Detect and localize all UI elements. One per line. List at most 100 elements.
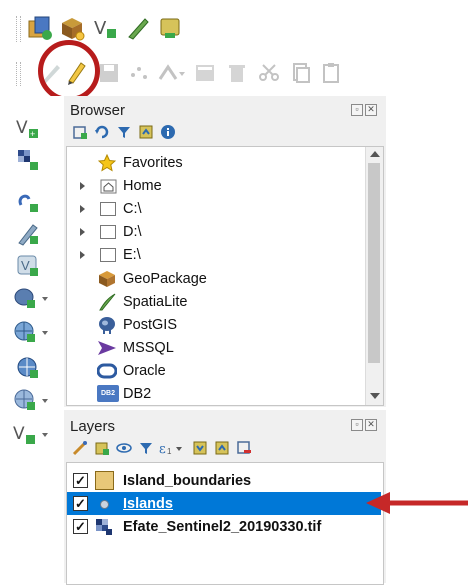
browser-item-label: PostGIS bbox=[123, 316, 177, 333]
home-folder-icon bbox=[99, 177, 117, 194]
layers-float-button[interactable]: ▫ bbox=[351, 419, 363, 431]
svg-text:1: 1 bbox=[167, 447, 172, 456]
delete-selected-icon[interactable] bbox=[224, 60, 250, 86]
polygon-layer-icon bbox=[95, 471, 114, 490]
db2-icon: DB2 bbox=[97, 385, 119, 402]
layer-tree[interactable]: ✓ Island_boundaries ✓ Islands ✓ Efate_Se… bbox=[66, 462, 384, 585]
browser-item-c-drive[interactable]: C:\ bbox=[67, 197, 357, 220]
browser-item-label: E:\ bbox=[123, 246, 141, 263]
browser-item-label: GeoPackage bbox=[123, 270, 207, 287]
star-icon bbox=[97, 153, 117, 173]
browser-item-label: D:\ bbox=[123, 223, 142, 240]
expand-arrow-icon[interactable] bbox=[80, 182, 85, 190]
layer-item-island-boundaries[interactable]: ✓ Island_boundaries bbox=[67, 469, 381, 492]
browser-item-favorites[interactable]: Favorites bbox=[67, 151, 357, 174]
add-virtual-layer-icon[interactable]: V bbox=[14, 252, 42, 280]
new-vector-layer-icon[interactable]: V bbox=[92, 14, 120, 42]
refresh-icon[interactable] bbox=[92, 122, 112, 142]
toolbar-grip[interactable] bbox=[16, 16, 21, 42]
layers-close-button[interactable]: ✕ bbox=[365, 419, 377, 431]
svg-text:V: V bbox=[21, 258, 30, 273]
add-mesh-layer-icon[interactable] bbox=[14, 188, 42, 216]
oracle-icon bbox=[97, 361, 117, 381]
browser-item-spatialite[interactable]: SpatiaLite bbox=[67, 290, 357, 313]
layer-visibility-checkbox[interactable]: ✓ bbox=[73, 519, 88, 534]
layer-item-efate-sentinel2[interactable]: ✓ Efate_Sentinel2_20190330.tif bbox=[67, 515, 381, 538]
add-vector-tile-layer-icon[interactable]: V bbox=[12, 420, 52, 448]
scroll-up-icon[interactable] bbox=[370, 151, 380, 157]
folder-icon bbox=[100, 202, 116, 216]
svg-text:V: V bbox=[16, 118, 28, 138]
point-layer-icon bbox=[100, 500, 109, 509]
new-temporary-layer-icon[interactable] bbox=[124, 14, 152, 42]
add-selected-layers-icon[interactable] bbox=[70, 122, 90, 142]
add-feature-icon[interactable] bbox=[126, 60, 152, 86]
browser-close-button[interactable]: ✕ bbox=[365, 104, 377, 116]
scroll-thumb[interactable] bbox=[368, 163, 380, 363]
add-wfs-layer-icon[interactable] bbox=[12, 386, 52, 414]
add-postgis-layer-icon[interactable] bbox=[12, 284, 52, 312]
new-geopackage-layer-icon[interactable] bbox=[58, 14, 86, 42]
add-wcs-layer-icon[interactable] bbox=[14, 354, 42, 382]
geopackage-icon bbox=[97, 269, 117, 289]
data-source-manager-icon[interactable] bbox=[26, 14, 54, 42]
cut-features-icon[interactable] bbox=[256, 60, 282, 86]
add-vector-layer-icon[interactable]: V + bbox=[14, 114, 42, 142]
layer-label: Efate_Sentinel2_20190330.tif bbox=[123, 518, 322, 535]
svg-text:ε: ε bbox=[159, 442, 166, 456]
paste-features-icon[interactable] bbox=[318, 60, 344, 86]
expand-arrow-icon[interactable] bbox=[80, 228, 85, 236]
layer-label: Islands bbox=[123, 495, 173, 512]
layers-panel-title: Layers bbox=[70, 418, 116, 435]
annotation-arrow bbox=[364, 488, 468, 518]
copy-features-icon[interactable] bbox=[288, 60, 314, 86]
layer-visibility-checkbox[interactable]: ✓ bbox=[73, 496, 88, 511]
collapse-all-layers-icon[interactable] bbox=[212, 438, 232, 458]
browser-item-label: C:\ bbox=[123, 200, 142, 217]
digitizing-toolbar-grip[interactable] bbox=[16, 62, 21, 86]
browser-panel: Browser ▫ ✕ Favorites Home C:\ D:\ E:\ G… bbox=[64, 96, 386, 407]
browser-item-home[interactable]: Home bbox=[67, 174, 357, 197]
folder-icon bbox=[100, 225, 116, 239]
browser-item-oracle[interactable]: Oracle bbox=[67, 359, 357, 382]
layer-item-islands[interactable]: ✓ Islands bbox=[67, 492, 381, 515]
filter-legend-icon[interactable] bbox=[136, 438, 156, 458]
postgis-icon bbox=[97, 315, 117, 335]
browser-scrollbar[interactable] bbox=[365, 147, 383, 405]
browser-item-db2[interactable]: DB2 DB2 bbox=[67, 382, 357, 405]
layer-label: Island_boundaries bbox=[123, 472, 252, 489]
browser-tree[interactable]: Favorites Home C:\ D:\ E:\ GeoPackage Sp… bbox=[66, 146, 384, 406]
browser-item-label: MSSQL bbox=[123, 339, 174, 356]
add-delimited-text-layer-icon[interactable] bbox=[14, 220, 42, 248]
browser-item-label: Home bbox=[123, 177, 162, 194]
browser-float-button[interactable]: ▫ bbox=[351, 104, 363, 116]
browser-item-mssql[interactable]: MSSQL bbox=[67, 336, 357, 359]
style-manager-icon[interactable] bbox=[70, 438, 90, 458]
collapse-all-icon[interactable] bbox=[136, 122, 156, 142]
expand-arrow-icon[interactable] bbox=[80, 251, 85, 259]
svg-text:+: + bbox=[30, 129, 35, 139]
expand-all-icon[interactable] bbox=[190, 438, 210, 458]
filter-browser-icon[interactable] bbox=[114, 122, 134, 142]
add-raster-layer-icon[interactable] bbox=[14, 146, 42, 174]
db2-icon-badge: DB2 bbox=[100, 390, 115, 397]
browser-item-e-drive[interactable]: E:\ bbox=[67, 243, 357, 266]
properties-info-icon[interactable] bbox=[158, 122, 178, 142]
scroll-down-icon[interactable] bbox=[370, 393, 380, 399]
new-spatialite-layer-icon[interactable] bbox=[156, 14, 184, 42]
browser-item-geopackage[interactable]: GeoPackage bbox=[67, 267, 357, 290]
spatialite-icon bbox=[97, 292, 117, 312]
vertex-tool-icon[interactable] bbox=[156, 60, 186, 86]
modify-attributes-icon[interactable] bbox=[192, 60, 218, 86]
layer-visibility-checkbox[interactable]: ✓ bbox=[73, 473, 88, 488]
browser-item-d-drive[interactable]: D:\ bbox=[67, 220, 357, 243]
add-wms-layer-icon[interactable] bbox=[12, 318, 52, 346]
remove-layer-icon[interactable] bbox=[234, 438, 254, 458]
browser-item-label: DB2 bbox=[123, 385, 152, 402]
expand-arrow-icon[interactable] bbox=[80, 205, 85, 213]
add-group-icon[interactable] bbox=[92, 438, 112, 458]
browser-item-postgis[interactable]: PostGIS bbox=[67, 313, 357, 336]
filter-legend-by-expression-icon[interactable]: ε1 bbox=[158, 438, 186, 458]
manage-map-themes-icon[interactable] bbox=[114, 438, 134, 458]
mssql-icon bbox=[97, 338, 117, 358]
